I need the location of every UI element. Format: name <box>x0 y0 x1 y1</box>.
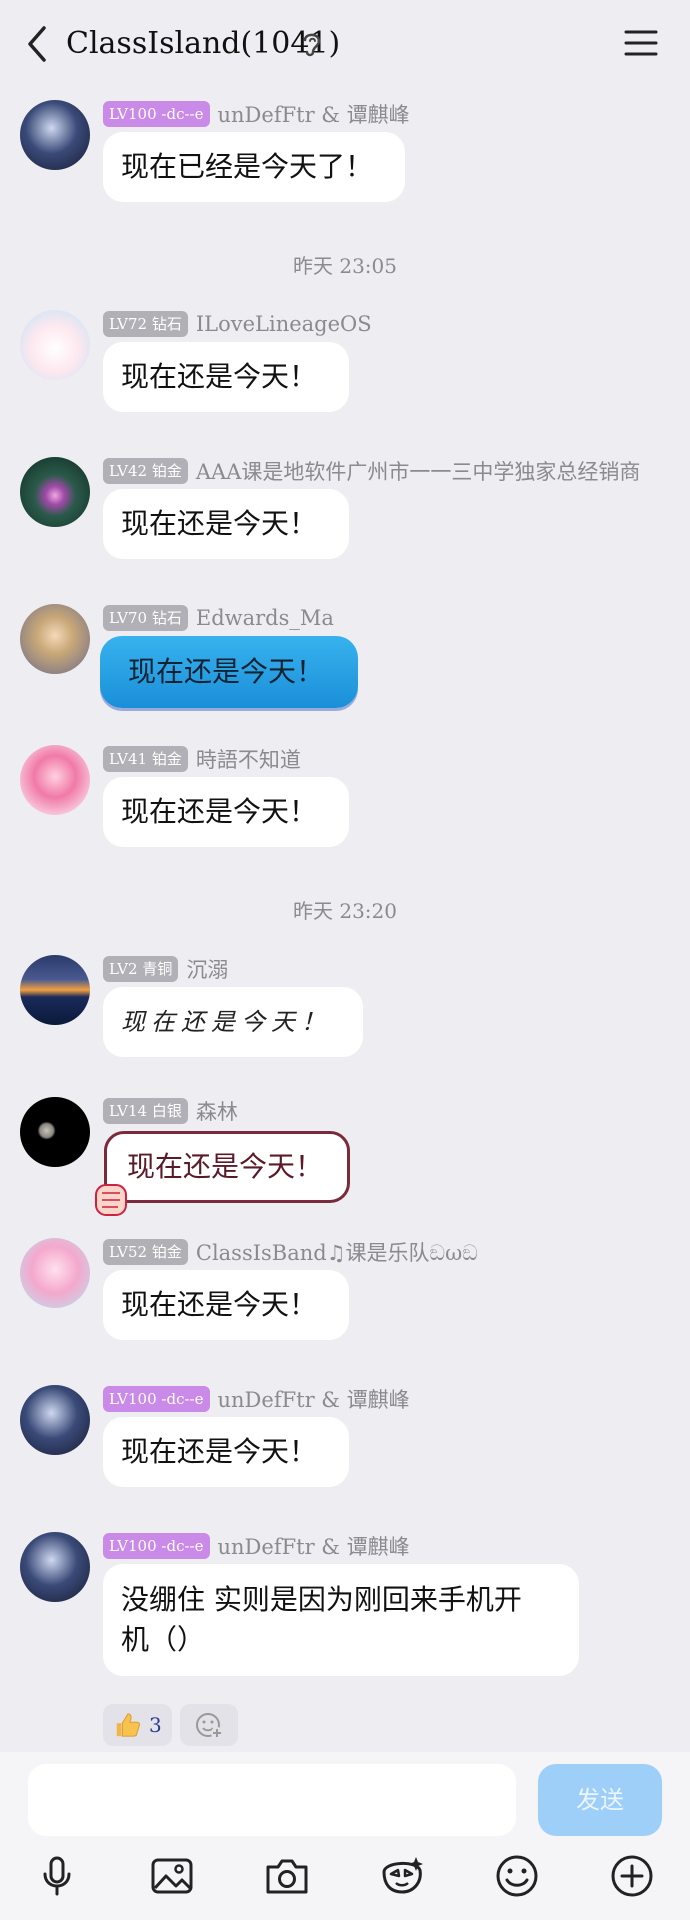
send-button[interactable]: 发送 <box>538 1764 662 1836</box>
message-text: 现在还是今天！ <box>127 1150 324 1183</box>
avatar[interactable] <box>20 1238 90 1308</box>
message-text: 现在还是今天！ <box>128 655 325 688</box>
themed-message-bubble[interactable]: 现在还是今天！ <box>100 636 358 708</box>
themed-message-bubble[interactable]: 现在还是今天！ <box>104 1131 350 1203</box>
add-emoji-icon <box>195 1713 223 1739</box>
sender-name[interactable]: ClassIsBand♫课是乐队ඞωඞ <box>196 1237 478 1267</box>
back-icon[interactable] <box>22 24 54 64</box>
sender-meta: LV14 白银 森林 <box>103 1097 238 1125</box>
emoji-icon[interactable] <box>493 1852 541 1900</box>
sender-name[interactable]: AAA课是地软件广州市一一三中学独家总经销商 <box>196 456 641 486</box>
plus-icon[interactable] <box>608 1852 656 1900</box>
avatar[interactable] <box>20 1532 90 1602</box>
ear-icon <box>303 33 321 57</box>
sender-meta: LV42 铂金 AAA课是地软件广州市一一三中学独家总经销商 <box>103 457 640 485</box>
level-badge: LV72 钻石 <box>103 311 188 337</box>
thumbs-up-icon <box>116 1713 140 1737</box>
message-input[interactable] <box>28 1764 516 1836</box>
thumbs-up-reaction[interactable]: 3 <box>103 1704 172 1746</box>
sender-meta: LV2 青铜 沉溺 <box>103 955 228 983</box>
sticker-icon[interactable] <box>378 1852 426 1900</box>
sender-name[interactable]: 森林 <box>196 1096 238 1126</box>
avatar[interactable] <box>20 100 90 170</box>
sender-name[interactable]: ILoveLineageOS <box>196 312 372 336</box>
sender-name[interactable]: 沉溺 <box>186 954 228 984</box>
sender-name[interactable]: unDefFtr & 谭麒峰 <box>218 1531 410 1561</box>
level-badge: LV14 白银 <box>103 1098 188 1124</box>
sender-meta: LV52 铂金 ClassIsBand♫课是乐队ඞωඞ <box>103 1238 478 1266</box>
sender-name[interactable]: 時語不知道 <box>196 744 301 774</box>
sender-meta: LV100 -dc--e unDefFtr & 谭麒峰 <box>103 1385 410 1413</box>
avatar[interactable] <box>20 745 90 815</box>
reaction-count: 3 <box>149 1713 162 1737</box>
chat-header: ClassIsland(1041) <box>0 0 690 86</box>
level-badge: LV100 -dc--e <box>103 1386 210 1412</box>
composer: 发送 <box>0 1752 690 1920</box>
image-icon[interactable] <box>148 1852 196 1900</box>
sender-name[interactable]: unDefFtr & 谭麒峰 <box>218 99 410 129</box>
microphone-icon[interactable] <box>33 1852 81 1900</box>
fist-sticker-icon <box>95 1184 127 1216</box>
level-badge: LV100 -dc--e <box>103 1533 210 1559</box>
message-bubble[interactable]: 现在还是今天！ <box>103 1417 350 1487</box>
level-badge: LV100 -dc--e <box>103 101 210 127</box>
level-badge: LV70 钻石 <box>103 605 188 631</box>
message-bubble[interactable]: 现在还是今天！ <box>103 342 350 412</box>
message-bubble[interactable]: 现在还是今天！ <box>103 1270 350 1340</box>
avatar[interactable] <box>20 955 90 1025</box>
message-bubble[interactable]: 现在还是今天！ <box>103 489 350 559</box>
avatar[interactable] <box>20 310 90 380</box>
sender-meta: LV72 钻石 ILoveLineageOS <box>103 310 372 338</box>
camera-icon[interactable] <box>263 1852 311 1900</box>
sender-name[interactable]: Edwards_Ma <box>196 606 334 630</box>
menu-icon[interactable] <box>624 28 658 58</box>
message-bubble[interactable]: 现在已经是今天了！ <box>103 132 406 202</box>
message-bubble[interactable]: 现在还是今天！ <box>103 777 350 847</box>
avatar[interactable] <box>20 457 90 527</box>
sender-name[interactable]: unDefFtr & 谭麒峰 <box>218 1384 410 1414</box>
timestamp: 昨天 23:20 <box>293 899 397 923</box>
avatar[interactable] <box>20 604 90 674</box>
sender-meta: LV100 -dc--e unDefFtr & 谭麒峰 <box>103 1532 410 1560</box>
message-bubble[interactable]: 没绷住 实则是因为刚回来手机开机（） <box>103 1564 579 1676</box>
level-badge: LV52 铂金 <box>103 1239 188 1265</box>
avatar[interactable] <box>20 1385 90 1455</box>
sender-meta: LV100 -dc--e unDefFtr & 谭麒峰 <box>103 100 410 128</box>
reaction-bar: 3 <box>103 1704 238 1746</box>
level-badge: LV2 青铜 <box>103 956 179 982</box>
timestamp: 昨天 23:05 <box>293 254 397 278</box>
sender-meta: LV70 钻石 Edwards_Ma <box>103 604 334 632</box>
add-reaction-button[interactable] <box>179 1704 238 1746</box>
avatar[interactable] <box>20 1097 90 1167</box>
level-badge: LV42 铂金 <box>103 458 188 484</box>
level-badge: LV41 铂金 <box>103 746 188 772</box>
sender-meta: LV41 铂金 時語不知道 <box>103 745 301 773</box>
message-bubble[interactable]: 现在还是今天！ <box>103 987 363 1057</box>
